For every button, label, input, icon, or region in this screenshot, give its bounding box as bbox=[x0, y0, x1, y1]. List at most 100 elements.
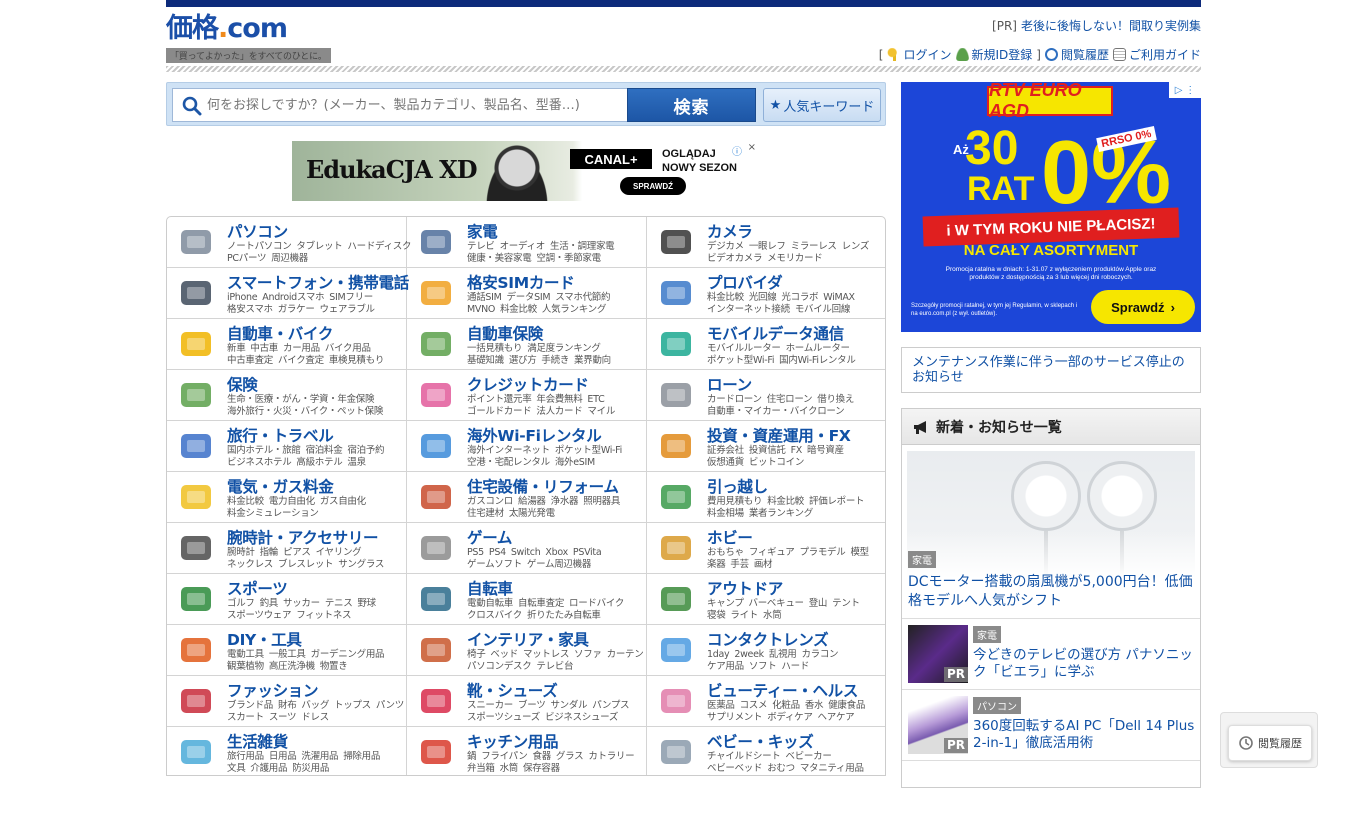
subcategory-link[interactable]: 料金比較 bbox=[707, 292, 744, 303]
history-float-button[interactable]: 閲覧履歴 bbox=[1228, 725, 1312, 761]
subcategory-link[interactable]: 電動工具 bbox=[227, 649, 264, 660]
subcategory-link[interactable]: 業界動向 bbox=[574, 355, 611, 366]
subcategory-link[interactable]: テレビ台 bbox=[536, 661, 573, 672]
subcategory-link[interactable]: 医薬品 bbox=[707, 700, 735, 711]
subcategory-link[interactable]: 電力自由化 bbox=[269, 496, 315, 507]
subcategory-link[interactable]: 水筒 bbox=[763, 610, 782, 621]
subcategory-link[interactable]: ポケット型Wi-Fi bbox=[555, 445, 622, 456]
subcategory-link[interactable]: フィギュア bbox=[749, 547, 795, 558]
subcategory-link[interactable]: ヘアケア bbox=[818, 712, 855, 723]
category-item[interactable]: ビューティー・ヘルス 医薬品 コスメ 化粧品 香水 健康食品 サプリメント ボディケア ヘアケア bbox=[647, 676, 885, 727]
category-item[interactable]: ファッション ブランド品 財布 バッグ トップス パンツ スカート スーツ ドレス bbox=[167, 676, 407, 727]
subcategory-link[interactable]: 物置き bbox=[320, 661, 348, 672]
category-title[interactable]: 旅行・トラベル bbox=[227, 424, 334, 446]
subcategory-link[interactable]: カー用品 bbox=[283, 343, 320, 354]
subcategory-link[interactable]: サングラス bbox=[338, 559, 384, 570]
subcategory-link[interactable]: 仮想通貨 bbox=[707, 457, 744, 468]
subcategory-link[interactable]: データSIM bbox=[507, 292, 551, 303]
subcategory-link[interactable]: チャイルドシート bbox=[707, 751, 781, 762]
subcategory-link[interactable]: 選び方 bbox=[509, 355, 537, 366]
category-item[interactable]: ローン カードローン 住宅ローン 借り換え 自動車・マイカー・バイクローン bbox=[647, 370, 885, 421]
news-title[interactable]: 360度回転するAI PC「Dell 14 Plus 2-in-1」徹底活用術 bbox=[973, 718, 1195, 752]
subcategory-link[interactable]: 給湯器 bbox=[518, 496, 546, 507]
subcategory-link[interactable]: 新車 bbox=[227, 343, 246, 354]
subcategory-link[interactable]: 自転車査定 bbox=[518, 598, 564, 609]
subcategory-link[interactable]: 光コラボ bbox=[781, 292, 818, 303]
category-item[interactable]: インテリア・家具 椅子 ベッド マットレス ソファ カーテン パソコンデスク テレビ台 bbox=[407, 625, 647, 676]
subcategory-link[interactable]: ビットコイン bbox=[749, 457, 805, 468]
subcategory-link[interactable]: 満足度ランキング bbox=[527, 343, 601, 354]
subcategory-link[interactable]: 料金比較 bbox=[767, 496, 804, 507]
subcategory-link[interactable]: ガス自由化 bbox=[320, 496, 366, 507]
category-title[interactable]: 自動車・バイク bbox=[227, 322, 333, 344]
category-item[interactable]: 自転車 電動自転車 自転車査定 ロードバイク クロスバイク 折りたたみ自転車 bbox=[407, 574, 647, 625]
news-title[interactable]: DCモーター搭載の扇風機が5,000円台！低価格モデルへ人気がシフト bbox=[908, 573, 1194, 611]
category-item[interactable]: 自動車保険 一括見積もり 満足度ランキング 基礎知識 選び方 手続き 業界動向 bbox=[407, 319, 647, 370]
subcategory-link[interactable]: 格安スマホ bbox=[227, 304, 273, 315]
subcategory-link[interactable]: PS4 bbox=[489, 547, 506, 558]
subcategory-link[interactable]: 椅子 bbox=[467, 649, 486, 660]
category-item[interactable]: アウトドア キャンプ バーベキュー 登山 テント 寝袋 ライト 水筒 bbox=[647, 574, 885, 625]
subcategory-link[interactable]: ネックレス bbox=[227, 559, 273, 570]
subcategory-link[interactable]: 宿泊予約 bbox=[347, 445, 384, 456]
subcategory-link[interactable]: ガラケー bbox=[278, 304, 315, 315]
subcategory-link[interactable]: 2week bbox=[734, 649, 764, 660]
subcategory-link[interactable]: 画材 bbox=[754, 559, 773, 570]
category-title[interactable]: 靴・シューズ bbox=[467, 679, 558, 701]
subcategory-link[interactable]: ガスコンロ bbox=[467, 496, 513, 507]
subcategory-link[interactable]: ゲーム周辺機器 bbox=[527, 559, 591, 570]
subcategory-link[interactable]: ピアス bbox=[283, 547, 311, 558]
subcategory-link[interactable]: 基礎知識 bbox=[467, 355, 504, 366]
subcategory-link[interactable]: 料金比較 bbox=[227, 496, 264, 507]
subcategory-link[interactable]: PS5 bbox=[467, 547, 484, 558]
category-title[interactable]: パソコン bbox=[227, 220, 288, 242]
category-title[interactable]: クレジットカード bbox=[467, 373, 589, 395]
maintenance-notice[interactable]: メンテナンス作業に伴う一部のサービス停止のお知らせ bbox=[901, 347, 1201, 393]
subcategory-link[interactable]: ドレス bbox=[301, 712, 329, 723]
category-item[interactable]: 生活雑貨 旅行用品 日用品 洗濯用品 掃除用品 文具 介護用品 防災用品 bbox=[167, 727, 407, 775]
subcategory-link[interactable]: 法人カード bbox=[536, 406, 582, 417]
pr-link[interactable]: 老後に後悔しない！間取り実例集 bbox=[1021, 19, 1201, 33]
subcategory-link[interactable]: PSVita bbox=[573, 547, 602, 558]
subcategory-link[interactable]: 財布 bbox=[278, 700, 297, 711]
category-title[interactable]: ローン bbox=[707, 373, 752, 395]
guide-link[interactable]: ご利用ガイド bbox=[1112, 46, 1201, 63]
category-item[interactable]: パソコン ノートパソコン タブレット ハードディスク PCパーツ 周辺機器 bbox=[167, 217, 411, 268]
subcategory-link[interactable]: SIMフリー bbox=[329, 292, 373, 303]
subcategory-link[interactable]: 光回線 bbox=[749, 292, 777, 303]
category-title[interactable]: 格安SIMカード bbox=[467, 271, 575, 293]
subcategory-link[interactable]: PCパーツ bbox=[227, 253, 266, 264]
category-item[interactable]: 引っ越し 費用見積もり 料金比較 評価レポート 料金相場 業者ランキング bbox=[647, 472, 885, 523]
subcategory-link[interactable]: オーディオ bbox=[500, 241, 546, 252]
subcategory-link[interactable]: パンプス bbox=[592, 700, 629, 711]
subcategory-link[interactable]: 年会費無料 bbox=[536, 394, 582, 405]
subcategory-link[interactable]: ホームルーター bbox=[786, 343, 850, 354]
register-link[interactable]: 新規ID登録 bbox=[955, 46, 1032, 63]
subcategory-link[interactable]: ウェアラブル bbox=[320, 304, 376, 315]
subcategory-link[interactable]: 保存容器 bbox=[523, 763, 560, 774]
subcategory-link[interactable]: 証券会社 bbox=[707, 445, 744, 456]
subcategory-link[interactable]: 生命・医療・がん・学資・年金保険 bbox=[227, 394, 375, 405]
subcategory-link[interactable]: ベッド bbox=[490, 649, 518, 660]
subcategory-link[interactable]: バーベキュー bbox=[749, 598, 805, 609]
subcategory-link[interactable]: 防災用品 bbox=[292, 763, 329, 774]
subcategory-link[interactable]: 健康食品 bbox=[828, 700, 865, 711]
subcategory-link[interactable]: バイク用品 bbox=[325, 343, 371, 354]
subcategory-link[interactable]: パンツ bbox=[376, 700, 404, 711]
ad-info-icon[interactable]: ⓘ bbox=[732, 143, 742, 158]
subcategory-link[interactable]: ハード bbox=[781, 661, 809, 672]
site-logo[interactable]: 価格.com 「買ってよかった」をすべてのひとに。 bbox=[166, 14, 331, 63]
subcategory-link[interactable]: デジカメ bbox=[707, 241, 744, 252]
ad-close-icon[interactable]: × bbox=[748, 142, 756, 153]
subcategory-link[interactable]: 弁当箱 bbox=[467, 763, 495, 774]
subcategory-link[interactable]: グラス bbox=[556, 751, 584, 762]
subcategory-link[interactable]: カードローン bbox=[707, 394, 762, 405]
subcategory-link[interactable]: 業者ランキング bbox=[749, 508, 813, 519]
category-title[interactable]: 住宅設備・リフォーム bbox=[467, 475, 619, 497]
subcategory-link[interactable]: 車検見積もり bbox=[329, 355, 385, 366]
popular-keywords-button[interactable]: ★ 人気キーワード bbox=[763, 88, 881, 122]
category-item[interactable]: 格安SIMカード 通話SIM データSIM スマホ代節約 MVNO 料金比較 人気ランキング bbox=[407, 268, 647, 319]
subcategory-link[interactable]: MVNO bbox=[467, 304, 495, 315]
search-button[interactable]: 検索 bbox=[627, 88, 756, 122]
subcategory-link[interactable]: スーツ bbox=[269, 712, 297, 723]
